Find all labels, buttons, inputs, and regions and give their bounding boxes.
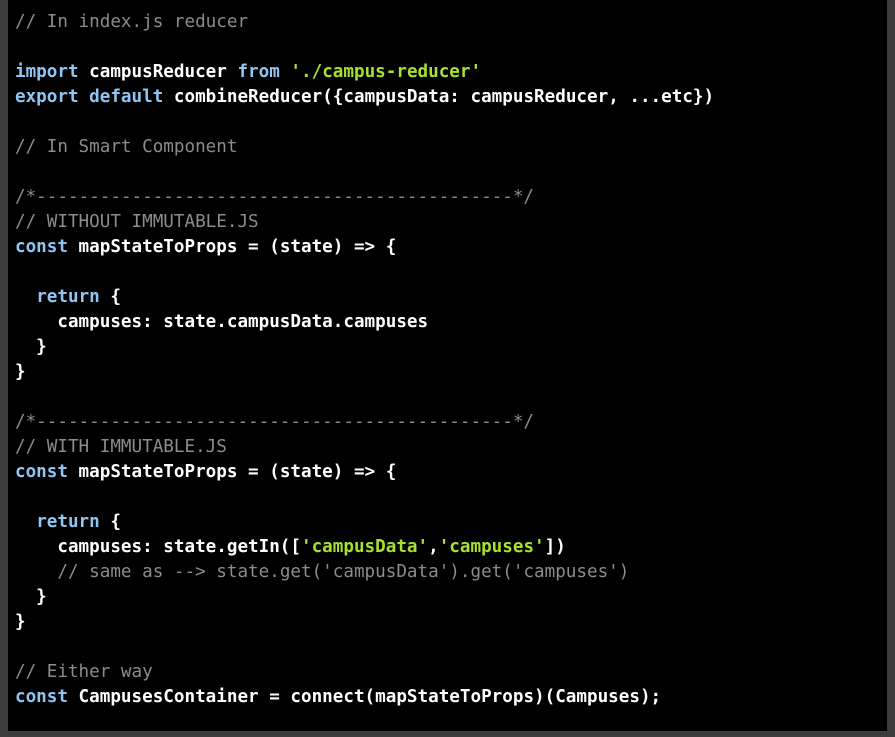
code-text: { [99,287,121,307]
code-text: mapStateToProps = (state) => { [67,462,397,482]
code-comment: // In index.js reducer [15,12,249,32]
code-comment: /*--------------------------------------… [15,187,535,207]
code-block: // In index.js reducer import campusRedu… [15,10,714,710]
code-comment: // Either way [15,662,153,682]
code-line: campuses: state.getIn(['campusData','cam… [15,535,714,560]
code-line: // In index.js reducer [15,10,714,35]
code-line: return { [15,510,714,535]
code-string: 'campusData' [301,537,429,557]
code-text: } [15,337,47,357]
code-text: , [428,537,439,557]
code-comment: // WITHOUT IMMUTABLE.JS [15,212,259,232]
code-line: // In Smart Component [15,135,714,160]
code-line: } [15,610,714,635]
code-line: return { [15,285,714,310]
code-keyword: return [36,287,100,307]
code-line: const mapStateToProps = (state) => { [15,460,714,485]
code-keyword: const [15,687,68,707]
code-text: campuses: state.campusData.campuses [15,312,429,332]
code-keyword: default [89,87,164,107]
code-line: } [15,585,714,610]
window-frame: // In index.js reducer import campusRedu… [0,0,895,737]
code-line: const CampusesContainer = connect(mapSta… [15,685,714,710]
code-text: ]) [544,537,566,557]
code-keyword: import [15,62,79,82]
code-line: campuses: state.campusData.campuses [15,310,714,335]
code-keyword: const [15,237,68,257]
code-text: mapStateToProps = (state) => { [67,237,397,257]
code-line: const mapStateToProps = (state) => { [15,235,714,260]
code-line: // WITHOUT IMMUTABLE.JS [15,210,714,235]
code-comment: /*--------------------------------------… [15,412,535,432]
code-line: } [15,360,714,385]
code-line: // Either way [15,660,714,685]
code-line: } [15,335,714,360]
code-comment: // In Smart Component [15,137,238,157]
code-text: campuses: state.getIn([ [15,537,301,557]
code-text: } [15,612,26,632]
code-text: } [15,587,47,607]
code-editor-panel[interactable]: // In index.js reducer import campusRedu… [8,0,887,731]
code-text: } [15,362,26,382]
code-line: import campusReducer from './campus-redu… [15,60,714,85]
code-line: // same as --> state.get('campusData').g… [15,560,714,585]
code-string: 'campuses' [438,537,545,557]
code-line: /*--------------------------------------… [15,410,714,435]
code-text: campusReducer [78,62,238,82]
code-line: // WITH IMMUTABLE.JS [15,435,714,460]
code-text: { [99,512,121,532]
code-line: /*--------------------------------------… [15,185,714,210]
code-keyword: export [15,87,79,107]
code-text: combineReducer({campusData: campusReduce… [163,87,715,107]
code-keyword: return [36,512,100,532]
code-line: export default combineReducer({campusDat… [15,85,714,110]
code-string: './campus-reducer' [290,62,482,82]
code-keyword: const [15,462,68,482]
code-comment: // WITH IMMUTABLE.JS [15,437,227,457]
code-keyword: from [237,62,280,82]
code-text: CampusesContainer = connect(mapStateToPr… [67,687,662,707]
code-comment: // same as --> state.get('campusData').g… [57,562,630,582]
